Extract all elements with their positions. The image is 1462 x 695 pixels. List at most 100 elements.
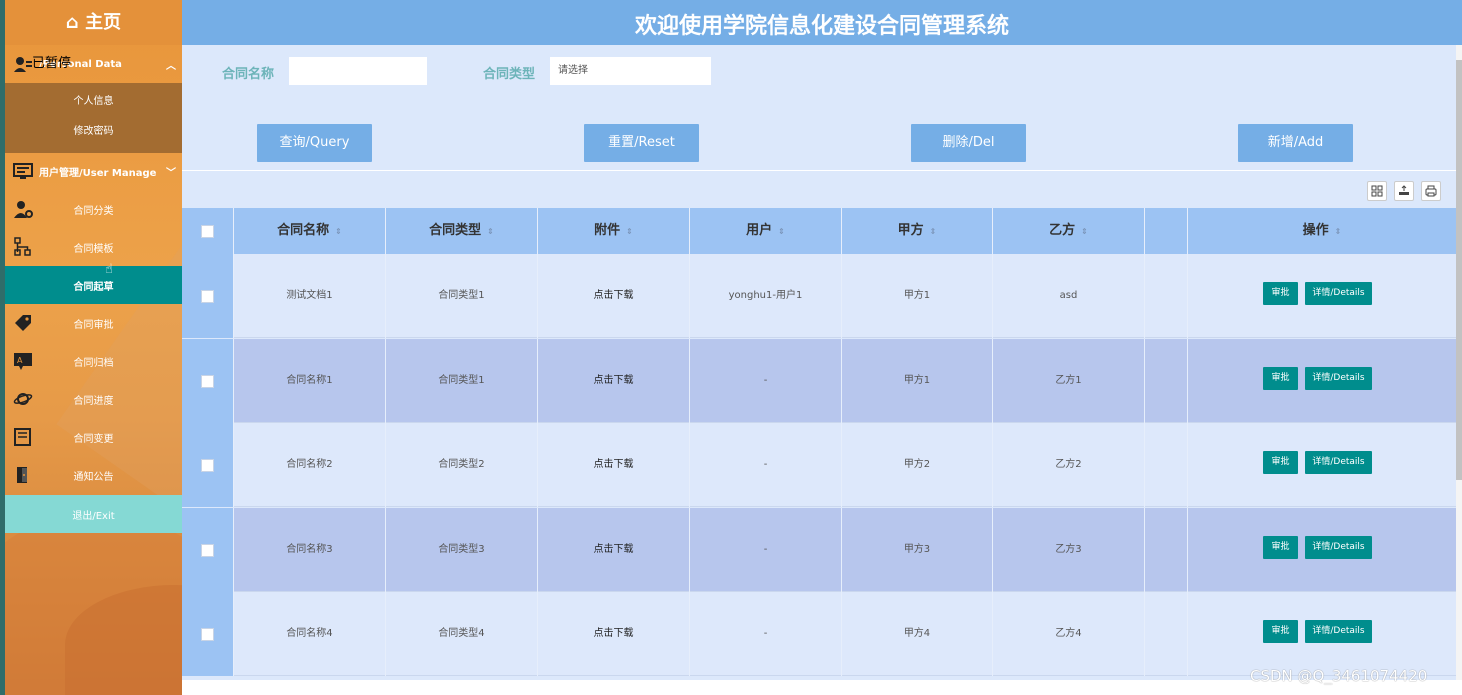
home-link[interactable]: ⌂ 主页 <box>5 0 182 45</box>
cell-type: 合同类型1 <box>386 338 538 423</box>
nav-item-notice[interactable]: 通知公告 <box>5 456 182 494</box>
cell-user: - <box>690 338 842 423</box>
cell-party-b: 乙方2 <box>993 423 1145 508</box>
details-button[interactable]: 详情/Details <box>1305 451 1372 475</box>
nav-item-contract-approval[interactable]: 合同审批 <box>5 304 182 342</box>
row-select-cell <box>182 507 234 592</box>
contract-type-label: 合同类型 <box>483 67 536 82</box>
mouse-cursor-icon: ☝ <box>105 262 113 277</box>
approve-button[interactable]: 审批 <box>1263 535 1298 559</box>
exit-button[interactable]: 退出/Exit <box>5 495 182 533</box>
cell-type: 合同类型1 <box>386 254 538 338</box>
delete-button[interactable]: 删除/Del <box>911 124 1026 162</box>
row-checkbox[interactable] <box>201 543 214 557</box>
col-header-actions: 操作 ⇕ <box>1302 223 1342 238</box>
sort-icon: ⇕ <box>487 227 494 236</box>
details-button[interactable]: 详情/Details <box>1305 535 1372 559</box>
print-icon[interactable] <box>1421 181 1441 201</box>
cell-name: 合同名称2 <box>234 423 386 508</box>
submenu-item-profile[interactable]: 个人信息 <box>5 87 182 117</box>
col-header-user[interactable]: 用户 ⇕ <box>690 208 842 254</box>
menu-group-user[interactable]: 用户管理/User Manage ﹀ <box>5 152 182 190</box>
cell-actions: 审批 详情/Details <box>1188 339 1456 423</box>
details-button[interactable]: 详情/Details <box>1305 282 1372 305</box>
contract-name-label: 合同名称 <box>222 67 275 82</box>
cell-user: - <box>690 592 842 677</box>
cell-attachment[interactable]: 点击下载 <box>538 254 690 338</box>
row-select-cell <box>182 254 234 338</box>
nav-item-contract-category[interactable]: 合同分类 <box>5 190 182 228</box>
approve-button[interactable]: 审批 <box>1263 282 1298 305</box>
cell-party-b: 乙方1 <box>993 338 1145 423</box>
row-checkbox[interactable] <box>201 628 214 642</box>
column-filter-icon[interactable] <box>1367 181 1387 201</box>
cell-party-a: 甲方1 <box>842 254 993 338</box>
cell-empty <box>1145 507 1188 592</box>
cell-party-b: 乙方3 <box>993 507 1145 592</box>
cell-attachment[interactable]: 点击下载 <box>538 507 690 592</box>
col-header-type[interactable]: 合同类型 ⇕ <box>386 208 538 254</box>
user-gear-icon <box>13 199 33 219</box>
cell-attachment[interactable]: 点击下载 <box>538 592 690 677</box>
cell-actions: 审批 详情/Details <box>1188 423 1456 507</box>
row-checkbox[interactable] <box>201 290 214 303</box>
table-row: 合同名称3 合同类型3 点击下载 - 甲方3 乙方3 审批 详情/Details <box>182 507 1456 592</box>
top-header: 欢迎使用学院信息化建设合同管理系统 <box>182 0 1462 45</box>
export-icon[interactable] <box>1394 181 1414 201</box>
col-header-party-b[interactable]: 乙方 ⇕ <box>993 208 1145 254</box>
approve-button[interactable]: 审批 <box>1263 366 1298 390</box>
cell-name: 测试文档1 <box>234 254 386 338</box>
chevron-down-icon: ﹀ <box>166 167 176 179</box>
cell-name: 合同名称4 <box>234 592 386 677</box>
sidebar: ⌂ 主页 /Personal Data ︿ 已暂停 个人信息 修改密码 用户管理… <box>5 0 182 695</box>
table-row: 合同名称2 合同类型2 点击下载 - 甲方2 乙方2 审批 详情/Details <box>182 423 1456 508</box>
cell-empty <box>1145 254 1188 338</box>
row-select-cell <box>182 423 234 508</box>
table-row: 测试文档1 合同类型1 点击下载 yonghu1-用户1 甲方1 asd 审批 详情/Deta… <box>182 254 1456 338</box>
table-row: 合同名称4 合同类型4 点击下载 - 甲方4 乙方4 审批 详情/Details <box>182 592 1456 677</box>
nav-item-contract-template[interactable]: 合同模板 <box>5 228 182 266</box>
svg-text:A: A <box>17 356 23 365</box>
col-header-name[interactable]: 合同名称 ⇕ <box>234 208 386 254</box>
nav-item-contract-archive[interactable]: A 合同归档 <box>5 342 182 380</box>
select-all-cell <box>182 208 234 254</box>
cell-attachment[interactable]: 点击下载 <box>538 338 690 423</box>
table-header: 合同名称 ⇕ 合同类型 ⇕ 附件 ⇕ 用户 ⇕ 甲方 ⇕ 乙方 ⇕ 操作 ⇕ <box>182 208 1456 254</box>
nav-item-contract-change[interactable]: 合同变更 <box>5 418 182 456</box>
book-icon <box>13 427 33 447</box>
submenu-personal: 个人信息 修改密码 <box>5 83 182 153</box>
row-checkbox[interactable] <box>201 374 214 388</box>
details-button[interactable]: 详情/Details <box>1305 366 1372 390</box>
sort-icon: ⇕ <box>778 227 785 236</box>
cell-party-a: 甲方3 <box>842 507 993 592</box>
query-button[interactable]: 查询/Query <box>257 124 372 162</box>
col-header-empty <box>1145 208 1188 254</box>
row-checkbox[interactable] <box>201 459 214 473</box>
cell-attachment[interactable]: 点击下载 <box>538 423 690 508</box>
cell-empty <box>1145 338 1188 423</box>
approve-button[interactable]: 审批 <box>1263 620 1298 644</box>
nav-item-contract-draft[interactable]: 合同起草 <box>5 266 182 304</box>
add-button[interactable]: 新增/Add <box>1238 124 1353 162</box>
chevron-up-icon: ︿ <box>166 60 176 72</box>
cell-party-b: 乙方4 <box>993 592 1145 677</box>
select-all-checkbox[interactable] <box>201 225 214 238</box>
cell-user: - <box>690 507 842 592</box>
vertical-scrollbar[interactable] <box>1456 45 1462 685</box>
reset-button[interactable]: 重置/Reset <box>584 124 699 162</box>
submenu-item-password[interactable]: 修改密码 <box>5 117 182 147</box>
approve-button[interactable]: 审批 <box>1263 451 1298 475</box>
nav-item-contract-progress[interactable]: 合同进度 <box>5 380 182 418</box>
col-header-attachment[interactable]: 附件 ⇕ <box>538 208 690 254</box>
scrollbar-thumb[interactable] <box>1456 60 1462 480</box>
contract-type-select[interactable]: 请选择 <box>550 57 711 85</box>
cell-name: 合同名称3 <box>234 507 386 592</box>
contract-name-input[interactable] <box>289 57 427 85</box>
details-button[interactable]: 详情/Details <box>1305 620 1372 644</box>
paused-overlay-text: 已暂停 <box>32 56 72 71</box>
row-select-cell <box>182 338 234 423</box>
cell-type: 合同类型4 <box>386 592 538 677</box>
col-header-party-a[interactable]: 甲方 ⇕ <box>842 208 993 254</box>
cell-party-a: 甲方4 <box>842 592 993 677</box>
sort-icon: ⇕ <box>626 227 633 236</box>
